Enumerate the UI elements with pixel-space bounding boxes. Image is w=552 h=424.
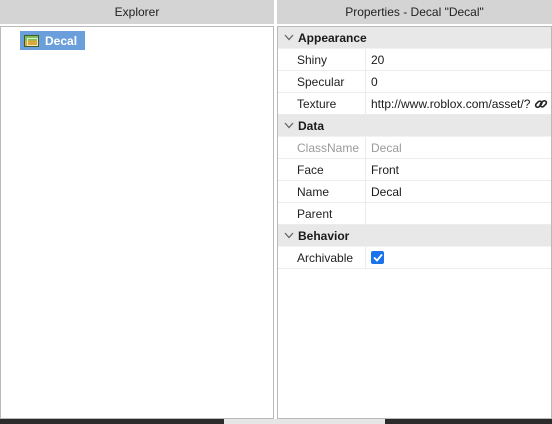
explorer-panel: Explorer Decal [0,0,275,419]
category-behavior[interactable]: Behavior [278,225,551,247]
properties-panel: Properties - Decal "Decal" Appearance Sh… [277,0,552,419]
property-name: Shiny [278,49,366,70]
tree-item-decal[interactable]: Decal [20,31,85,50]
category-label: Appearance [298,30,367,45]
category-data[interactable]: Data [278,115,551,137]
asset-link-icon[interactable] [534,97,548,111]
tree-item-label: Decal [45,33,78,48]
property-row-archivable: Archivable [278,247,551,269]
parent-value-field[interactable] [366,203,551,224]
category-label: Behavior [298,228,350,243]
chevron-down-icon [280,122,298,129]
classname-value: Decal [371,140,402,155]
archivable-checkbox[interactable] [371,251,384,264]
studio-window: Explorer Decal Properties - Decal "Decal… [0,0,552,424]
property-row-shiny: Shiny 20 [278,49,551,71]
property-name: ClassName [278,137,366,158]
face-value-field[interactable]: Front [366,159,551,180]
property-name: Archivable [278,247,366,268]
property-row-name: Name Decal [278,181,551,203]
category-label: Data [298,118,325,133]
property-name: Face [278,159,366,180]
chevron-down-icon [280,232,298,239]
property-row-specular: Specular 0 [278,71,551,93]
explorer-tree[interactable]: Decal [0,26,274,419]
property-name: Parent [278,203,366,224]
property-name: Texture [278,93,366,114]
texture-value-field[interactable]: http://www.roblox.com/asset/? [366,93,551,114]
chevron-down-icon [280,34,298,41]
decal-image-icon [24,34,39,47]
horizontal-scrollbar-thumb[interactable] [224,419,385,424]
properties-grid: Appearance Shiny 20 Specular 0 Texture h… [277,26,552,419]
specular-value-field[interactable]: 0 [366,71,551,92]
explorer-header: Explorer [0,0,274,24]
property-name: Specular [278,71,366,92]
shiny-value-field[interactable]: 20 [366,49,551,70]
property-row-classname: ClassName Decal [278,137,551,159]
property-row-texture: Texture http://www.roblox.com/asset/? [278,93,551,115]
texture-url-text: http://www.roblox.com/asset/? [371,96,531,111]
property-row-parent: Parent [278,203,551,225]
category-appearance[interactable]: Appearance [278,27,551,49]
property-name: Name [278,181,366,202]
name-value-field[interactable]: Decal [366,181,551,202]
property-row-face: Face Front [278,159,551,181]
archivable-value [366,247,551,268]
properties-header: Properties - Decal "Decal" [277,0,552,24]
